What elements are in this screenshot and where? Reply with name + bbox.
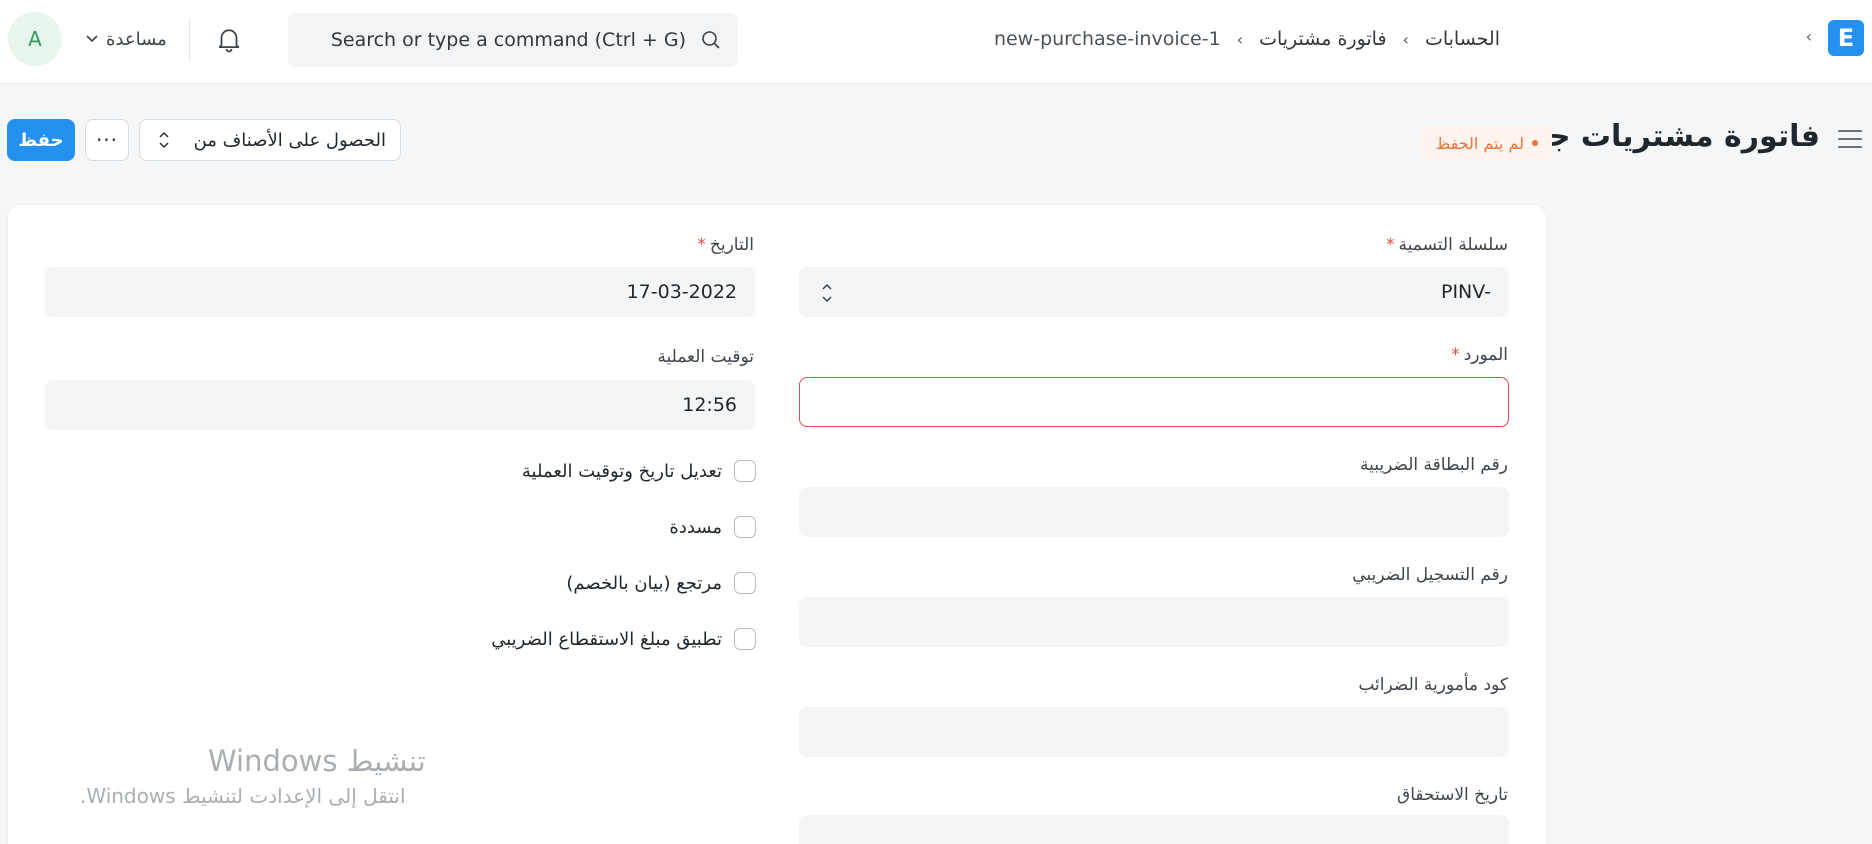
posting-date-label: التاريخ* bbox=[697, 235, 754, 255]
posting-date-input[interactable]: 17-03-2022 bbox=[45, 267, 755, 317]
navbar: A مساعدة Search or type a command (Ctrl … bbox=[0, 0, 1872, 84]
breadcrumb-chevron-icon: ‹ bbox=[1805, 27, 1812, 46]
breadcrumb-chevron-icon: ‹ bbox=[1236, 29, 1244, 49]
windows-activation-subtitle: انتقل إلى الإعدادت لتنشيط Windows. bbox=[80, 784, 406, 808]
naming-series-select[interactable]: PINV- bbox=[799, 267, 1509, 317]
search-icon bbox=[700, 29, 722, 51]
user-avatar[interactable]: A bbox=[8, 12, 62, 66]
search-placeholder: Search or type a command (Ctrl + G) bbox=[330, 29, 686, 51]
status-badge: لم يتم الحفظ bbox=[1421, 126, 1552, 160]
breadcrumb: new-purchase-invoice-1 ‹ فاتورة مشتريات … bbox=[994, 24, 1500, 54]
tax-registration-input[interactable] bbox=[799, 597, 1509, 647]
help-label: مساعدة bbox=[106, 28, 167, 50]
is-paid-check[interactable]: مسددة bbox=[669, 514, 756, 540]
sidebar-toggle-icon[interactable] bbox=[1838, 130, 1862, 150]
due-date-label: تاريخ الاستحقاق bbox=[1397, 785, 1508, 805]
select-arrows-icon bbox=[158, 131, 170, 149]
posting-time-input[interactable]: 12:56 bbox=[45, 380, 755, 430]
breadcrumb-accounts[interactable]: الحسابات bbox=[1425, 28, 1500, 50]
due-date-input[interactable] bbox=[799, 815, 1509, 844]
save-button[interactable]: حفظ bbox=[7, 119, 75, 161]
tax-registration-label: رقم التسجيل الضريبي bbox=[1352, 565, 1508, 585]
tax-office-code-label: كود مأمورية الضرائب bbox=[1358, 675, 1508, 695]
naming-series-label: سلسلة التسمية* bbox=[1386, 235, 1508, 255]
supplier-input[interactable] bbox=[799, 377, 1509, 427]
tax-office-code-input[interactable] bbox=[799, 707, 1509, 757]
checkbox-label: تعديل تاريخ وتوقيت العملية bbox=[521, 460, 722, 482]
checkbox[interactable] bbox=[734, 628, 756, 650]
supplier-label: المورد* bbox=[1451, 345, 1508, 365]
notification-bell-icon[interactable] bbox=[214, 24, 244, 54]
status-dot-icon bbox=[1532, 140, 1538, 146]
get-items-from-button[interactable]: الحصول على الأصناف من bbox=[139, 119, 401, 161]
app-logo[interactable]: E bbox=[1828, 20, 1864, 56]
checkbox[interactable] bbox=[734, 460, 756, 482]
checkbox-label: مسددة bbox=[669, 516, 722, 538]
checkbox[interactable] bbox=[734, 516, 756, 538]
checkbox-label: مرتجع (بيان بالخصم) bbox=[566, 572, 722, 594]
navbar-divider bbox=[189, 18, 190, 62]
more-actions-button[interactable]: ··· bbox=[85, 119, 129, 161]
get-items-label: الحصول على الأصناف من bbox=[193, 129, 386, 151]
breadcrumb-purchase-invoice[interactable]: فاتورة مشتريات bbox=[1259, 28, 1386, 50]
status-text: لم يتم الحفظ bbox=[1435, 133, 1524, 153]
windows-activation-title: تنشيط Windows bbox=[208, 744, 426, 778]
tax-id-label: رقم البطاقة الضريبية bbox=[1360, 455, 1508, 475]
naming-series-value: PINV- bbox=[1440, 281, 1491, 303]
search-bar[interactable]: Search or type a command (Ctrl + G) bbox=[288, 13, 738, 67]
is-return-check[interactable]: مرتجع (بيان بالخصم) bbox=[566, 570, 756, 596]
chevron-down-icon bbox=[86, 32, 98, 46]
tax-id-input[interactable] bbox=[799, 487, 1509, 537]
posting-time-label: توقيت العملية bbox=[657, 347, 754, 367]
help-dropdown[interactable]: مساعدة bbox=[86, 25, 167, 53]
checkbox-label: تطبيق مبلغ الاستقطاع الضريبي bbox=[491, 628, 722, 650]
select-arrows-icon bbox=[821, 282, 833, 304]
breadcrumb-current[interactable]: new-purchase-invoice-1 bbox=[994, 28, 1221, 50]
breadcrumb-chevron-icon: ‹ bbox=[1402, 29, 1409, 49]
edit-posting-datetime-check[interactable]: تعديل تاريخ وتوقيت العملية bbox=[522, 458, 756, 484]
apply-tds-check[interactable]: تطبيق مبلغ الاستقطاع الضريبي bbox=[491, 626, 756, 652]
checkbox[interactable] bbox=[734, 572, 756, 594]
